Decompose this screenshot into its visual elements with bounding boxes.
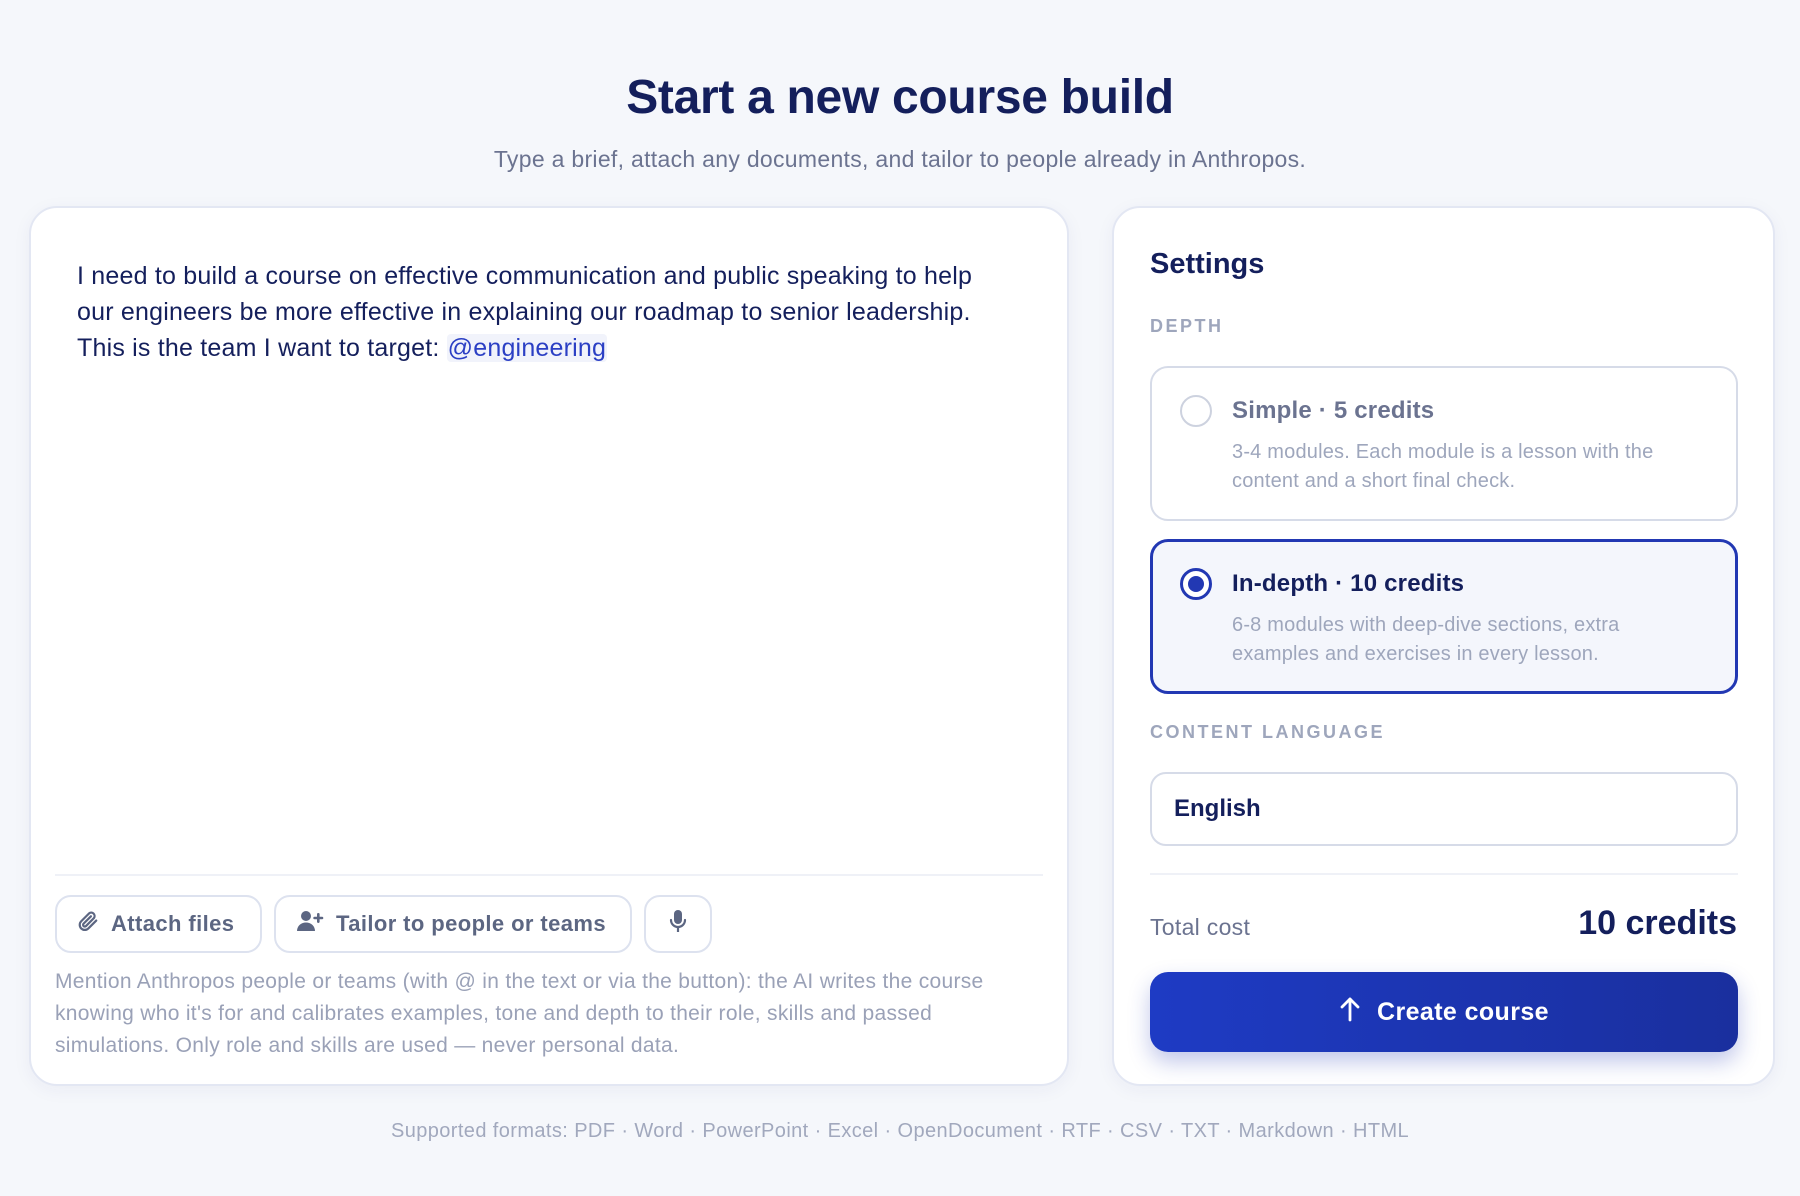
attach-files-label: Attach files — [111, 911, 235, 936]
settings-title: Settings — [1150, 248, 1265, 280]
page-title: Start a new course build — [626, 71, 1174, 124]
brief-textarea[interactable]: I need to build a course on effective co… — [77, 258, 997, 366]
microphone-icon — [669, 909, 687, 939]
page-subtitle: Type a brief, attach any documents, and … — [493, 146, 1307, 172]
tailor-people-label: Tailor to people or teams — [336, 911, 606, 936]
depth-option-in-depth[interactable]: In-depth · 10 credits 6-8 modules with d… — [1150, 539, 1738, 694]
option-title: In-depth · 10 credits — [1232, 570, 1465, 597]
content-language-label: CONTENT LANGUAGE — [1150, 722, 1385, 742]
option-title: Simple · 5 credits — [1232, 397, 1435, 424]
arrow-up-icon — [1339, 996, 1361, 1029]
option-description: 3-4 modules. Each module is a lesson wit… — [1232, 441, 1654, 492]
settings-card: Settings DEPTH Simple · 5 credits 3-4 mo… — [1112, 206, 1775, 1086]
team-mention[interactable]: @engineering — [446, 334, 608, 362]
content-language-value: English — [1174, 795, 1261, 822]
user-plus-icon — [296, 909, 324, 939]
option-description: 6-8 modules with deep-dive sections, ext… — [1232, 614, 1620, 665]
depth-label: DEPTH — [1150, 316, 1224, 336]
total-cost-label: Total cost — [1150, 914, 1251, 940]
course-build-page: Start a new course build Type a brief, a… — [0, 0, 1800, 1196]
paperclip-icon — [77, 909, 99, 939]
attach-files-button[interactable]: Attach files — [55, 895, 262, 953]
brief-divider — [55, 874, 1043, 876]
brief-card: I need to build a course on effective co… — [29, 206, 1069, 1086]
supported-formats: Supported formats: PDF · Word · PowerPoi… — [390, 1120, 1410, 1142]
create-course-label: Create course — [1377, 997, 1549, 1026]
total-cost-value: 10 credits — [1578, 904, 1737, 942]
radio-unselected-icon[interactable] — [1180, 395, 1212, 427]
mention-helper-text: Mention Anthropos people or teams (with … — [55, 970, 984, 1057]
content-language-select[interactable]: English — [1150, 772, 1738, 846]
tailor-people-button[interactable]: Tailor to people or teams — [274, 895, 632, 953]
depth-option-simple[interactable]: Simple · 5 credits 3-4 modules. Each mod… — [1150, 366, 1738, 521]
create-course-button[interactable]: Create course — [1150, 972, 1738, 1052]
brief-toolbar: Attach files Tailor to people or teams — [55, 895, 712, 953]
radio-selected-icon[interactable] — [1180, 568, 1212, 600]
settings-divider — [1150, 873, 1738, 875]
voice-input-button[interactable] — [644, 895, 712, 953]
